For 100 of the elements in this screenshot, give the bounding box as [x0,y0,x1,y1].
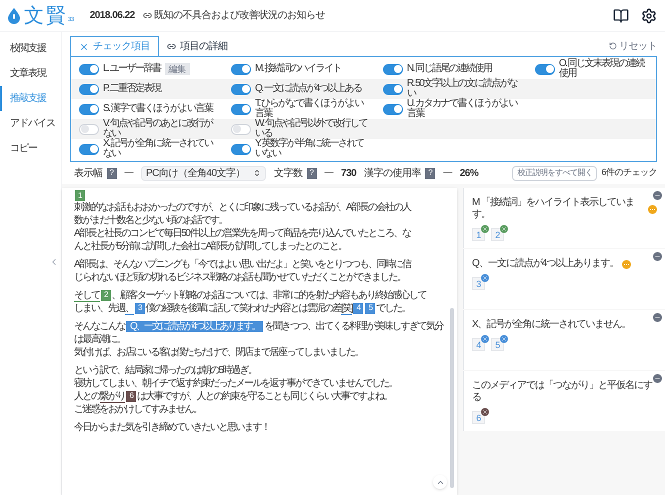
check-item-label: S. 漢字で書くほうがよい言葉 [103,104,213,114]
marker-badge[interactable]: 5 [365,302,376,314]
close-icon [79,42,89,52]
flagged-word[interactable]: 繋がり [100,391,125,403]
text-line: 人との [74,391,100,402]
flagged-word[interactable]: [笑] [341,303,352,315]
result-title: このメディアでは「つながり」と平仮名にする [472,380,654,404]
tooltip: Q、一文に読点が4つ以上あります。 [126,321,264,332]
remove-icon[interactable] [653,313,662,322]
more-icon[interactable] [648,204,657,214]
remove-badge-icon[interactable] [481,335,489,343]
remove-icon[interactable] [653,252,662,261]
close-icon [482,275,488,281]
text-line: んと社長が5分前に訪問した会社にA部長が訪問してしまったとのこと。 [74,241,347,252]
flagged-word[interactable]: そして [74,290,100,302]
reset-icon [609,42,617,50]
text-line: 、顧客ターゲット戦略のお話については、非常に的を射た内容もあり終始感心して [112,290,426,301]
toggle-switch[interactable] [79,104,99,114]
scroll-top-button[interactable] [433,475,447,489]
toggle-switch[interactable] [79,84,99,94]
toggle-switch[interactable] [534,64,555,74]
help-icon[interactable]: ? [106,168,116,178]
text-line: 刺激的なお話もおおかったのですが、とくに印象に残っているお話が、A部長の会社の人 [74,202,411,213]
marker-badge[interactable]: 6 [126,390,136,402]
help-icon[interactable]: ? [425,168,436,178]
text-line: 僕の経験を後輩に話して笑われた内容とは雲泥の差 [146,303,341,314]
text-line: ご迷惑をおかけしてすみません。 [74,404,202,415]
marker-badge[interactable]: 2 [100,290,110,301]
tab[interactable]: チェック項目 [70,36,159,56]
more-icon[interactable] [622,260,632,268]
sidebar-item[interactable]: コピー [0,136,61,161]
notice-link[interactable]: 既知の不具合および改善状況のお知らせ [154,8,325,23]
toggle-switch[interactable] [230,104,251,114]
remove-icon[interactable] [653,191,662,200]
check-item-label: V. 句点や記号のあとに改行がない [103,119,214,139]
close-icon [482,409,488,415]
logo-text: 文賢 [24,4,68,28]
text-line: を聞きつつ、出てくる料理が美味しすぎて気分 [264,321,443,332]
sidebar-item[interactable]: 校閲支援 [0,36,61,61]
remove-badge-icon[interactable] [500,225,508,233]
toggle-switch[interactable] [79,124,99,134]
edit-button[interactable]: 編集 [164,63,190,75]
settings-icon[interactable] [641,8,657,24]
toggle-switch[interactable] [79,64,99,74]
expand-all-button[interactable]: 校正説明をすべて開く [512,166,598,180]
dash-text: — [443,166,452,180]
toggle-switch[interactable] [382,104,403,114]
metric-value: 26% [460,166,478,180]
close-icon [501,336,507,342]
minus-icon [654,192,661,199]
remove-icon[interactable] [653,374,662,383]
toggle-switch[interactable] [230,124,251,134]
text-line: 今日からまた気を引き締めていきたいと思います！ [74,422,270,433]
metric-label: 文字数 [274,166,303,180]
text-line: A部長と社長のコンビで毎日50件以上の営業先を周って商品を売り込んでいたところ、な [74,228,410,239]
text-line: しまい、先週 [74,303,125,314]
toggle-switch[interactable] [230,144,251,154]
sidebar-item[interactable]: アドバイス [0,111,61,136]
minus-icon [654,314,661,321]
dash-text: — [124,166,133,180]
sidebar-item[interactable]: 文章表現 [0,61,61,86]
check-count: 6件のチェック [601,166,657,180]
updown-icon [253,169,262,177]
dash-text: — [324,166,334,180]
remove-badge-icon[interactable] [481,408,489,416]
minus-icon [654,375,661,382]
check-item-label: U. カタカナで書くほうがよい言葉 [406,99,519,119]
check-item-label: L. ユーザー辞書 [103,64,161,74]
text-line: そんなこんな [74,321,125,332]
check-item-label: R. 50文字以上の文に読点がない [406,79,518,99]
reset-button[interactable]: リセット [609,36,657,56]
toggle-switch[interactable] [230,64,251,74]
toggle-switch[interactable] [79,144,99,154]
toggle-switch[interactable] [230,84,251,94]
date-text: 2018.06.22 [90,9,135,23]
toggle-switch[interactable] [382,84,403,94]
help-icon[interactable]: ? [306,168,317,178]
toggle-switch[interactable] [382,64,403,74]
marker-badge[interactable]: 3 [134,302,144,314]
result-title: M 「接続詞」をハイライト表示しています。 [472,197,636,221]
link-icon [167,42,176,50]
flagged-word[interactable]: 、 [125,303,134,315]
width-select[interactable]: PC向け（全角40文字） [141,166,266,180]
books-icon[interactable] [613,8,629,24]
check-item-label: T. ひらがなで書くほうがよい言葉 [254,99,364,119]
metric-value: 730 [341,166,356,180]
tab[interactable]: 項目の詳細 [159,36,236,56]
check-item-label: W. 句点や記号以外で改行している [254,119,367,139]
marker-badge[interactable]: 1 [75,190,85,201]
check-item-label: P. 二重否定表現 [103,84,160,94]
check-item-label: X. 記号が全角に統一されていない [103,139,214,159]
close-icon [482,226,488,232]
check-item-label: N. 同じ語尾の連続使用 [406,64,492,74]
remove-badge-icon[interactable] [481,274,489,282]
remove-badge-icon[interactable] [500,335,508,343]
check-item-label: O. 同じ文末表現の連続使用 [558,59,646,79]
scrollbar[interactable] [450,308,454,488]
metric-label: 漢字の使用率 [364,166,422,180]
marker-badge[interactable]: 4 [353,302,364,314]
remove-badge-icon[interactable] [481,225,489,233]
